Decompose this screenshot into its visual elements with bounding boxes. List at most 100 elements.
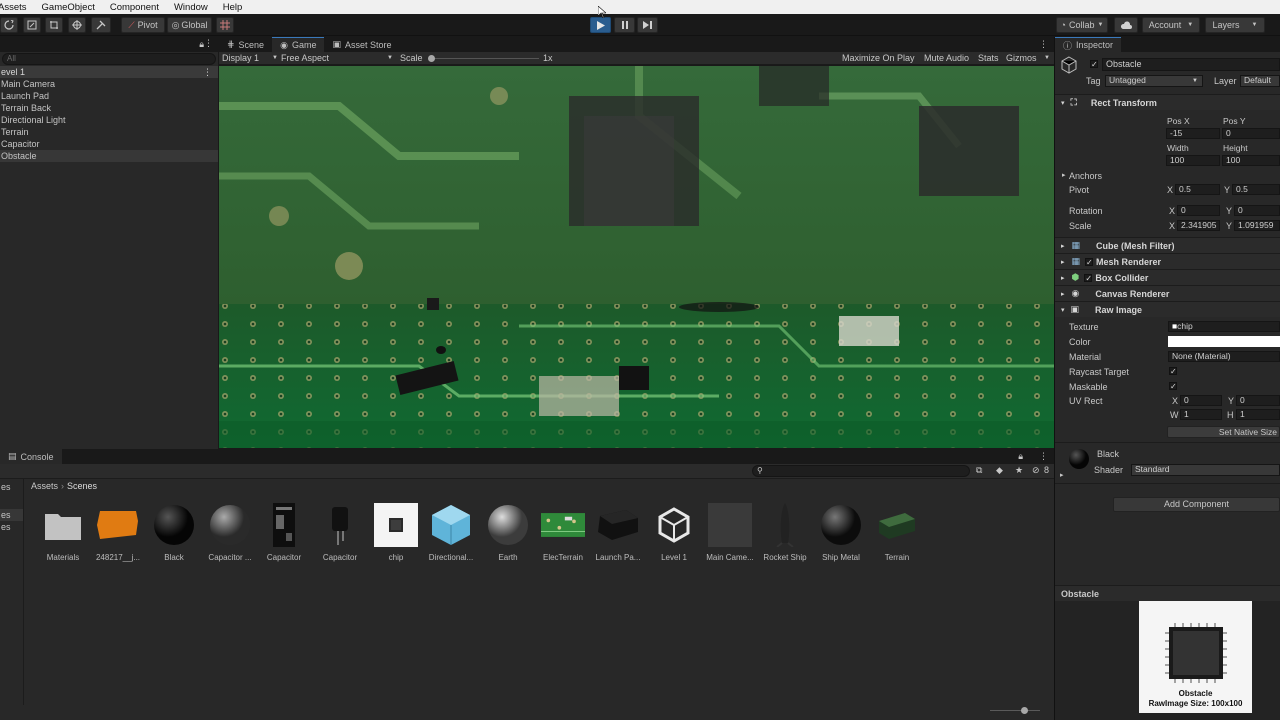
add-component-button[interactable]: Add Component [1113,497,1280,512]
maximize-on-play-toggle[interactable]: Maximize On Play [842,53,915,63]
pivot-toggle[interactable]: ⟋ Pivot [121,17,165,33]
maskable-checkbox[interactable]: ✓ [1169,382,1177,391]
preview-header[interactable]: Obstacle [1055,585,1280,601]
asset-item[interactable]: Rocket Ship [757,503,813,562]
object-name-field[interactable]: Obstacle [1102,58,1280,71]
chevron-down-icon[interactable]: ▼ [1044,55,1050,61]
transform-tool-button[interactable] [68,17,86,33]
filter-by-label-icon[interactable]: ◆ [996,465,1003,476]
anchor-presets[interactable] [1059,111,1109,167]
kebab-menu-icon[interactable]: ⋮ [1039,39,1048,50]
hidden-packages-icon[interactable]: ⊘ [1032,465,1040,476]
menu-gameobject[interactable]: GameObject [42,2,95,13]
rect-transform-header[interactable]: ▾ ⛶ Rect Transform [1055,94,1280,110]
menu-component[interactable]: Component [110,2,159,13]
rotation-x-field[interactable]: 0 [1177,205,1220,216]
folder-tree-item[interactable]: es [0,521,23,533]
layer-dropdown[interactable]: Default [1240,75,1280,87]
filter-by-type-icon[interactable]: ⧉ [976,465,982,476]
asset-item[interactable]: Black [146,503,202,562]
folder-tree-item[interactable]: es [0,481,23,493]
asset-item[interactable]: 248217__j... [90,503,146,562]
asset-item[interactable]: chip [368,503,424,562]
asset-item[interactable]: ElecTerrain [535,503,591,562]
hierarchy-item[interactable]: Terrain [0,126,218,138]
tab-game[interactable]: ◉ Game [272,37,325,52]
uv-w-field[interactable]: 1 [1180,409,1222,420]
breadcrumb-scenes[interactable]: Scenes [67,481,97,491]
canvas-renderer-header[interactable]: ▸ ◉ Canvas Renderer [1055,285,1280,301]
width-field[interactable]: 100 [1166,155,1220,166]
pos-x-field[interactable]: -15 [1166,128,1220,139]
mesh-renderer-checkbox[interactable]: ✓ [1085,257,1094,266]
pos-y-field[interactable]: 0 [1222,128,1280,139]
hierarchy-search-input[interactable]: All [2,53,216,65]
uv-x-field[interactable]: 0 [1180,395,1222,406]
scale-x-field[interactable]: 2.341905 [1177,220,1220,231]
scale-tool-button[interactable] [23,17,41,33]
tab-scene[interactable]: ⋕ Scene [219,37,272,52]
asset-item[interactable]: Capacitor [256,503,312,562]
mesh-filter-header[interactable]: ▸ ▦ Cube (Mesh Filter) [1055,237,1280,253]
scale-y-field[interactable]: 1.091959 [1234,220,1280,231]
kebab-menu-icon[interactable]: ⋮ [203,66,212,78]
tab-console[interactable]: ▤ Console [0,449,62,464]
tag-dropdown[interactable]: Untagged ▼ [1105,75,1203,87]
hierarchy-item[interactable]: Directional Light [0,114,218,126]
asset-item[interactable]: Materials [35,503,91,562]
uv-h-field[interactable]: 1 [1236,409,1280,420]
scale-slider-thumb[interactable] [428,55,435,62]
collab-button[interactable]: ◔ Collab ▼ [1056,17,1108,33]
stats-toggle[interactable]: Stats [978,53,999,63]
pause-button[interactable] [614,17,635,33]
hierarchy-item[interactable]: Launch Pad [0,90,218,102]
icon-size-slider-thumb[interactable] [1021,707,1028,714]
box-collider-checkbox[interactable]: ✓ [1084,273,1093,282]
rotate-tool-button[interactable] [0,17,18,33]
cloud-button[interactable] [1114,17,1138,33]
asset-item[interactable]: Directional... [423,503,479,562]
set-native-size-button[interactable]: Set Native Size [1167,426,1280,438]
uv-y-field[interactable]: 0 [1236,395,1280,406]
pivot-x-field[interactable]: 0.5 [1175,184,1220,195]
grid-snap-button[interactable] [216,17,234,33]
raycast-target-checkbox[interactable]: ✓ [1169,367,1177,376]
folder-tree-item[interactable]: es [0,509,23,521]
aspect-dropdown[interactable]: Free Aspect ▼ [281,53,393,63]
material-field[interactable]: None (Material) [1168,351,1280,362]
raw-image-header[interactable]: ▾ ▣ Raw Image [1055,301,1280,317]
asset-item[interactable]: Launch Pa... [590,503,646,562]
menu-help[interactable]: Help [223,2,243,13]
lock-icon[interactable]: 🔒︎ [1018,451,1023,462]
asset-item[interactable]: Capacitor [312,503,368,562]
height-field[interactable]: 100 [1222,155,1280,166]
scale-slider[interactable] [429,58,539,59]
favorite-star-icon[interactable]: ★ [1015,465,1023,476]
kebab-menu-icon[interactable]: ⋮ [1039,451,1048,462]
project-search-input[interactable]: ⚲ [752,465,970,477]
account-dropdown[interactable]: Account ▼ [1142,17,1200,33]
hierarchy-item[interactable]: Capacitor [0,138,218,150]
asset-item[interactable]: Capacitor ... [202,503,258,562]
asset-item[interactable]: Terrain [869,503,925,562]
asset-item[interactable]: Ship Metal [813,503,869,562]
asset-item[interactable]: Earth [480,503,536,562]
custom-tool-button[interactable] [91,17,111,33]
hierarchy-item[interactable]: Terrain Back [0,102,218,114]
texture-field[interactable]: ■chip [1168,321,1280,332]
display-dropdown[interactable]: Display 1 ▼ [222,53,278,63]
breadcrumb-assets[interactable]: Assets [31,481,58,491]
game-view[interactable] [219,66,1054,448]
hierarchy-item-selected[interactable]: Obstacle [0,150,218,162]
menu-assets[interactable]: Assets [0,2,27,13]
mesh-renderer-header[interactable]: ▸ ▦ ✓ Mesh Renderer [1055,253,1280,269]
gizmos-toggle[interactable]: Gizmos [1006,53,1037,63]
icon-size-slider[interactable] [990,710,1040,711]
anchors-label[interactable]: Anchors [1069,171,1102,181]
chevron-right-icon[interactable]: ▸ [1062,171,1066,179]
chevron-right-icon[interactable]: ▸ [1060,471,1064,479]
rect-tool-button[interactable] [45,17,63,33]
step-button[interactable] [637,17,658,33]
box-collider-header[interactable]: ▸ ⬢ ✓ Box Collider [1055,269,1280,285]
pivot-y-field[interactable]: 0.5 [1232,184,1280,195]
